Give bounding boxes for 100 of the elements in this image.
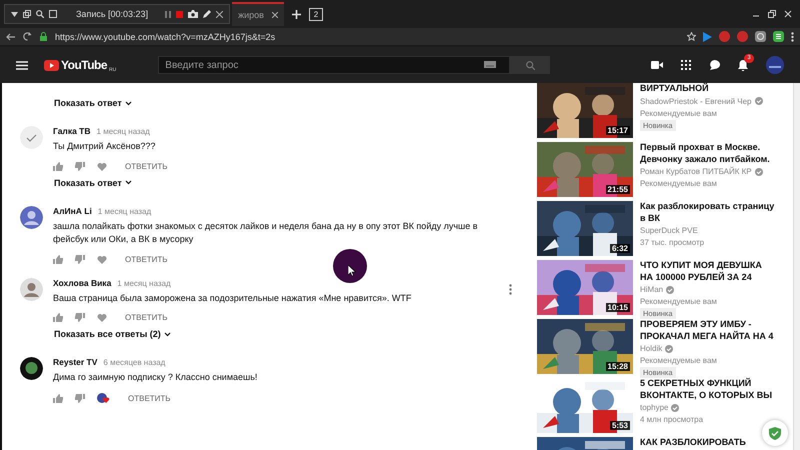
- recording-time: Запись [00:03:23]: [76, 9, 148, 19]
- bell-icon[interactable]: [738, 60, 748, 70]
- avatar-icon[interactable]: [766, 56, 784, 74]
- avatar-icon[interactable]: [20, 357, 43, 380]
- adblock-extension-icon[interactable]: [737, 31, 748, 42]
- new-tab-icon[interactable]: [292, 10, 301, 18]
- comment-author[interactable]: АлИнА Li: [53, 206, 92, 216]
- show-replies-button[interactable]: Показать все ответы (2): [54, 325, 171, 343]
- comment-text: Ты Дмитрий Аксёнов???: [53, 140, 156, 153]
- search-icon[interactable]: [36, 10, 44, 18]
- extension-icon[interactable]: [755, 31, 766, 42]
- stop-icon[interactable]: [176, 10, 184, 18]
- video-meta: 37 тыс. просмотр: [640, 238, 706, 248]
- video-duration: 21:55: [606, 185, 630, 194]
- video-camera-icon[interactable]: [651, 61, 663, 69]
- more-icon[interactable]: [791, 32, 794, 42]
- scrollbar[interactable]: [793, 83, 800, 450]
- video-duration: 10:15: [606, 303, 630, 312]
- menu-icon[interactable]: [16, 60, 28, 70]
- video-title[interactable]: Первый прохват в Москве. Девчонку зажало питбайком.: [640, 142, 775, 166]
- video-meta: Рекомендуемые вам: [640, 297, 718, 306]
- reload-icon[interactable]: [23, 32, 32, 41]
- comment-time[interactable]: 1 месяц назад: [96, 127, 150, 136]
- security-badge[interactable]: [762, 420, 788, 446]
- search-field[interactable]: Введите запрос: [158, 56, 510, 74]
- heart-icon[interactable]: [97, 162, 107, 170]
- channel-name[interactable]: Роман Курбатов ПИТБАЙК КР: [640, 167, 752, 176]
- chevron-down-icon: [124, 180, 132, 185]
- heart-icon[interactable]: [97, 313, 107, 322]
- video-duration: 15:28: [606, 362, 630, 371]
- video-title[interactable]: Как разблокировать страницу в ВК: [640, 201, 775, 224]
- thumbs-down-icon[interactable]: [75, 394, 85, 402]
- video-title[interactable]: 5 СЕКРЕТНЫХ ФУНКЦИЙ ВКОНТАКТЕ, О КОТОРЫХ ВЫ: [640, 378, 775, 402]
- video-title[interactable]: КАК РАЗБЛОКИРОВАТЬ: [640, 437, 746, 449]
- channel-name[interactable]: SuperDuck PVE: [640, 226, 698, 236]
- channel-name[interactable]: Holdik: [640, 344, 662, 354]
- channel-name[interactable]: tophype: [640, 403, 668, 412]
- search-icon: [526, 60, 535, 70]
- heart-icon[interactable]: [97, 254, 107, 264]
- back-icon[interactable]: [6, 32, 15, 40]
- video-meta: Рекомендуемые вам: [640, 108, 718, 118]
- chevron-down-icon: [124, 100, 132, 106]
- browser-tab[interactable]: жиров: [232, 2, 284, 26]
- search-button[interactable]: [510, 56, 550, 74]
- video-duration: 6:32: [610, 244, 630, 253]
- cursor-icon: [348, 265, 356, 276]
- click-highlight: [333, 249, 367, 283]
- video-meta: Рекомендуемые вам: [640, 356, 718, 366]
- video-title[interactable]: ПРОВЕРЯЕМ ЭТУ ИМБУ - ПРОКАЧАЛ МЕГА НАЙТА НА 4: [640, 319, 775, 342]
- thumbs-up-icon[interactable]: [53, 394, 63, 402]
- lock-icon: [40, 32, 47, 41]
- extension-icon[interactable]: [773, 31, 784, 42]
- close-icon[interactable]: [216, 10, 224, 18]
- comment-author[interactable]: Галка ТВ: [53, 126, 91, 136]
- reply-button[interactable]: ОТВЕТИТЬ: [125, 254, 168, 264]
- comment-time[interactable]: 1 месяц назад: [117, 278, 171, 288]
- restore-icon[interactable]: [768, 10, 776, 18]
- pen-icon[interactable]: [203, 10, 212, 18]
- thumbs-down-icon[interactable]: [75, 313, 85, 322]
- thumbs-down-icon[interactable]: [75, 162, 85, 170]
- dropdown-icon[interactable]: [11, 12, 18, 16]
- chevron-down-icon: [164, 332, 171, 336]
- close-icon[interactable]: [784, 10, 792, 18]
- thumbs-up-icon[interactable]: [53, 313, 63, 322]
- apps-icon[interactable]: [681, 60, 691, 70]
- reply-button[interactable]: ОТВЕТИТЬ: [125, 313, 168, 322]
- messages-icon[interactable]: [709, 60, 720, 70]
- avatar-check-icon[interactable]: [20, 126, 43, 149]
- comment-text: зашла полайкать фотки знакомых с десяток лайков и неделя бана да ну в опу этот ВК пойду лучше в фейсбук или ОКи, а ВК в мусорку: [53, 220, 479, 246]
- channel-name[interactable]: ShadowPriestok - Евгений Чер: [640, 96, 752, 106]
- camera-icon[interactable]: [188, 10, 198, 18]
- star-icon[interactable]: [687, 32, 696, 41]
- play-extension-icon[interactable]: [703, 32, 712, 42]
- comment-author[interactable]: Reyster TV: [53, 357, 98, 367]
- thumbs-up-icon[interactable]: [53, 162, 63, 170]
- reply-button[interactable]: ОТВЕТИТЬ: [128, 394, 171, 402]
- video-duration: 15:17: [606, 126, 630, 135]
- show-replies-button[interactable]: Показать ответ: [54, 94, 132, 112]
- show-replies-button[interactable]: Показать ответ: [54, 174, 132, 192]
- comment-time[interactable]: 1 месяц назад: [98, 206, 152, 216]
- tab-count[interactable]: 2: [308, 8, 323, 20]
- video-meta: Рекомендуемые вам: [640, 179, 718, 188]
- keyboard-icon[interactable]: [484, 61, 496, 68]
- thumbs-up-icon[interactable]: [53, 254, 63, 264]
- more-icon[interactable]: [509, 284, 512, 294]
- video-duration: 5:53: [610, 421, 630, 430]
- pause-icon[interactable]: [165, 10, 172, 18]
- region-icon[interactable]: [49, 10, 57, 18]
- comment-text: Ваша страница была заморожена за подозрительные нажатия «Мне нравится». WTF: [53, 292, 412, 305]
- video-title[interactable]: ВИРТУАЛЬНОЙ: [640, 83, 709, 95]
- video-title[interactable]: ЧТО КУПИТ МОЯ ДЕВУШКА НА 100000 РУБЛЕЙ ЗА 24: [640, 260, 775, 284]
- restore-icon[interactable]: [23, 10, 31, 18]
- video-meta: 4 млн просмотра: [640, 415, 704, 424]
- comment-author[interactable]: Хохлова Вика: [53, 278, 112, 288]
- close-icon[interactable]: [272, 12, 278, 18]
- comment-time[interactable]: 6 месяцев назад: [103, 358, 166, 367]
- reply-button[interactable]: ОТВЕТИТЬ: [125, 162, 168, 170]
- channel-name[interactable]: HiMan: [640, 285, 664, 294]
- thumbs-down-icon[interactable]: [75, 254, 85, 264]
- comment-text: Дима го заимную подписку ? Классно снимаешь!: [53, 371, 258, 384]
